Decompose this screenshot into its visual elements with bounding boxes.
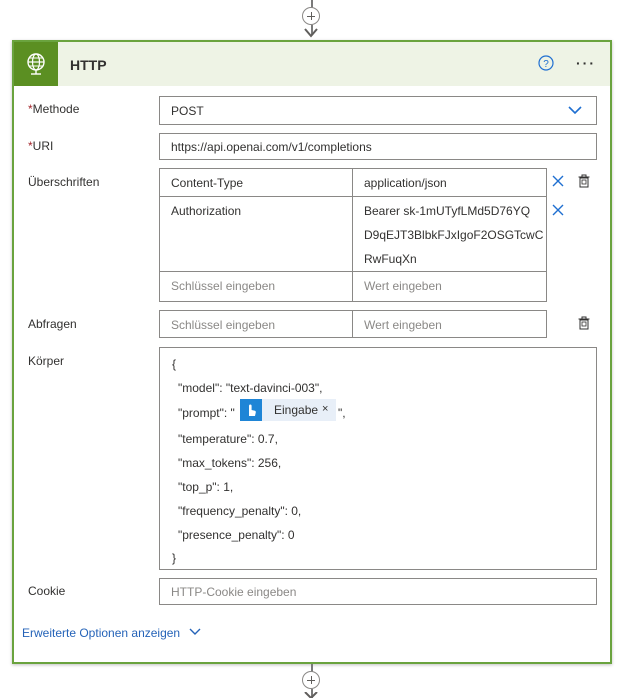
query-key-placeholder: Schlüssel eingeben <box>171 318 276 332</box>
more-icon[interactable]: ··· <box>576 55 600 71</box>
remove-header-icon[interactable] <box>552 175 564 187</box>
uri-label-text: URI <box>32 139 54 153</box>
header-key-placeholder-cell[interactable]: Schlüssel eingeben <box>160 272 353 301</box>
header-value-cell[interactable]: Bearer sk-1mUTyfLMd5D76YQ D9qEJT3BlbkFJx… <box>353 197 546 272</box>
remove-header-icon[interactable] <box>552 204 564 216</box>
arrow-down-icon <box>304 28 318 38</box>
method-value: POST <box>171 104 204 118</box>
body-label: Körper <box>28 354 65 368</box>
header-key-cell[interactable]: Content-Type <box>160 169 353 197</box>
body-line: "max_tokens": 256, <box>178 456 282 470</box>
touch-icon <box>240 399 262 421</box>
method-dropdown[interactable]: POST <box>159 96 597 125</box>
cookie-placeholder: HTTP-Cookie eingeben <box>171 585 297 599</box>
insert-step-top-button[interactable] <box>302 7 320 25</box>
delete-icon[interactable] <box>577 316 591 330</box>
token-remove-icon[interactable]: × <box>322 403 328 415</box>
dynamic-content-token[interactable]: Eingabe × <box>240 399 336 421</box>
header-value-line: RwFuqXn <box>364 252 417 266</box>
header-value: application/json <box>364 176 447 190</box>
body-line: "top_p": 1, <box>178 480 234 494</box>
advanced-options-link[interactable]: Erweiterte Optionen anzeigen <box>22 626 180 640</box>
body-line: } <box>172 551 177 565</box>
help-symbol: ? <box>543 59 549 70</box>
body-line: "prompt": " <box>178 406 235 420</box>
body-line: ", <box>338 406 346 420</box>
header-value-line: Bearer sk-1mUTyfLMd5D76YQ <box>364 204 531 218</box>
chevron-down-icon[interactable] <box>189 628 201 636</box>
cookie-input[interactable]: HTTP-Cookie eingeben <box>159 578 597 605</box>
body-line: "temperature": 0.7, <box>178 432 278 446</box>
insert-step-bottom-button[interactable] <box>302 671 320 689</box>
help-circle-icon[interactable]: ? <box>538 55 554 71</box>
globe-icon <box>14 42 58 86</box>
header-key: Content-Type <box>171 176 244 190</box>
arrow-down-icon <box>304 692 318 698</box>
header-key-cell[interactable]: Authorization <box>160 197 353 272</box>
method-label-text: Methode <box>32 102 80 116</box>
action-title: HTTP <box>70 57 107 73</box>
headers-table: Content-Type application/json Authorizat… <box>159 168 547 302</box>
header-value-placeholder: Wert eingeben <box>364 279 442 293</box>
header-value-line: D9qEJT3BlbkFJxIgoF2OSGTcwC <box>364 228 544 242</box>
header-key: Authorization <box>171 204 242 218</box>
queries-label: Abfragen <box>28 317 77 331</box>
body-line: { <box>172 357 177 371</box>
header-value-cell[interactable]: application/json <box>353 169 546 197</box>
query-value-placeholder: Wert eingeben <box>364 318 442 332</box>
token-label: Eingabe <box>274 403 319 417</box>
body-editor[interactable]: { "model": "text-davinci-003", "prompt":… <box>159 347 597 570</box>
uri-value: https://api.openai.com/v1/completions <box>171 140 372 154</box>
uri-input[interactable]: https://api.openai.com/v1/completions <box>159 133 597 160</box>
query-key-input[interactable]: Schlüssel eingeben <box>159 310 353 338</box>
body-line: "model": "text-davinci-003", <box>178 381 323 395</box>
query-value-input[interactable]: Wert eingeben <box>352 310 547 338</box>
body-line: "frequency_penalty": 0, <box>178 504 302 518</box>
chevron-down-icon <box>568 106 582 115</box>
card-header[interactable]: HTTP ? ··· <box>14 42 610 86</box>
uri-label: *URI <box>28 139 53 153</box>
body-line: "presence_penalty": 0 <box>178 528 295 542</box>
http-action-card: HTTP ? ··· *Methode POST *URI https://ap… <box>12 40 612 664</box>
headers-label: Überschriften <box>28 175 100 189</box>
method-label: *Methode <box>28 102 79 116</box>
delete-icon[interactable] <box>577 174 591 188</box>
cookie-label: Cookie <box>28 584 66 598</box>
header-key-placeholder: Schlüssel eingeben <box>171 279 276 293</box>
header-value-placeholder-cell[interactable]: Wert eingeben <box>353 272 546 301</box>
